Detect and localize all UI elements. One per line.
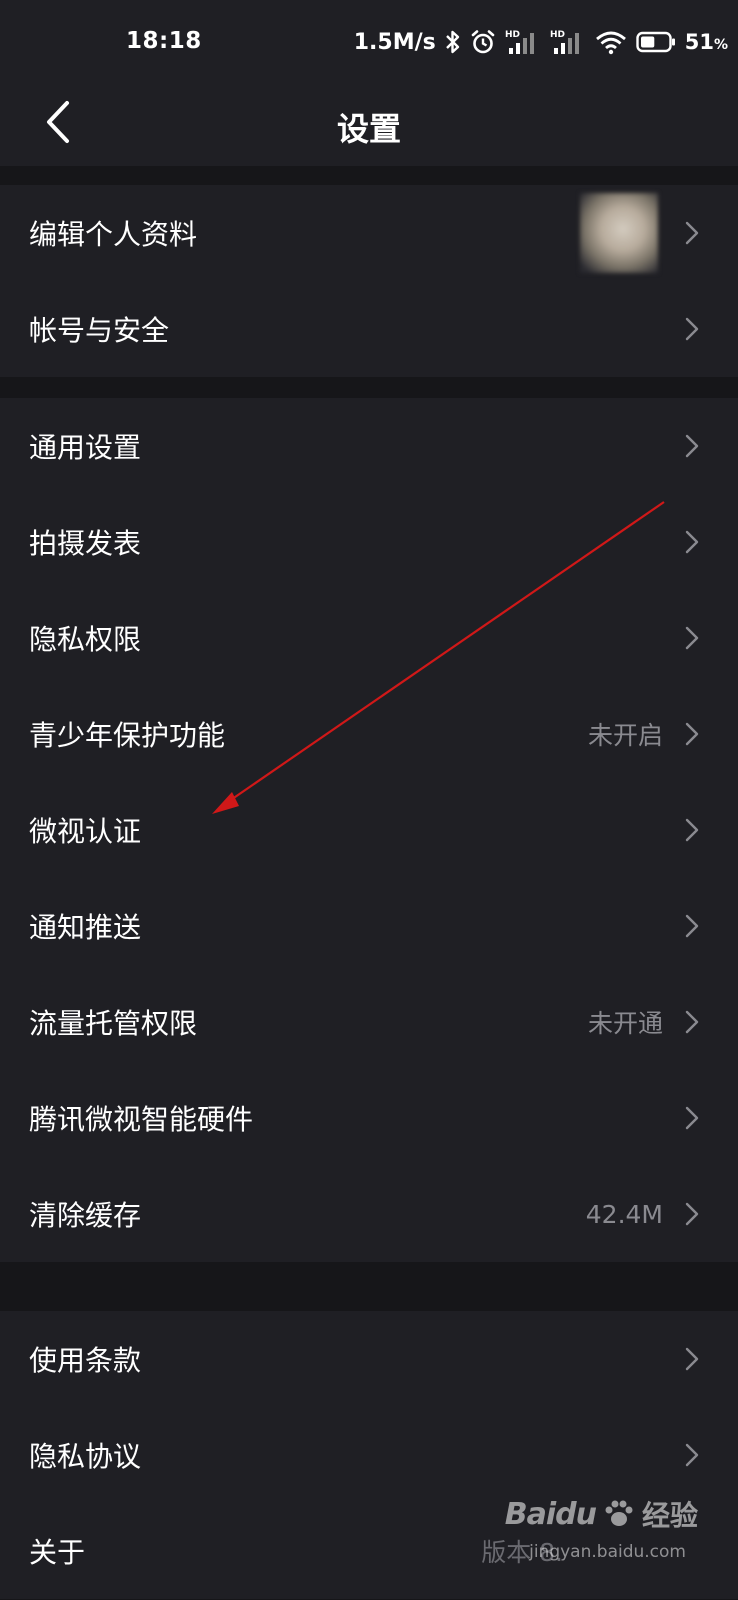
- setting-item-label: 流量托管权限: [29, 1007, 198, 1040]
- chevron-right-icon: [685, 1106, 699, 1130]
- setting-item-clear-cache[interactable]: 清除缓存 42.4M: [0, 1166, 738, 1262]
- setting-item-label: 青少年保护功能: [29, 719, 226, 752]
- setting-item-about[interactable]: 关于 版本 8.: [0, 1503, 738, 1599]
- setting-item-edit-profile[interactable]: 编辑个人资料: [0, 185, 738, 281]
- settings-group-legal: 使用条款 隐私协议 关于 版本 8.: [0, 1311, 738, 1599]
- setting-item-general-settings[interactable]: 通用设置: [0, 398, 738, 494]
- setting-item-label: 隐私权限: [29, 623, 142, 656]
- cache-size: 42.4M: [585, 1199, 663, 1229]
- chevron-right-icon: [685, 818, 699, 842]
- setting-item-label: 通知推送: [29, 911, 142, 944]
- setting-item-value: 未开启: [587, 721, 663, 750]
- chevron-right-icon: [685, 1010, 699, 1034]
- setting-item-label: 隐私协议: [29, 1440, 142, 1473]
- setting-item-label: 清除缓存: [29, 1199, 142, 1232]
- setting-item-account-security[interactable]: 帐号与安全: [0, 281, 738, 377]
- setting-item-label: 帐号与安全: [29, 314, 170, 347]
- status-icons: 1.5M/s HD HD 51%: [354, 26, 728, 58]
- chevron-right-icon: [685, 221, 699, 245]
- setting-item-weishi-verification[interactable]: 微视认证: [0, 782, 738, 878]
- setting-item-label: 编辑个人资料: [29, 218, 198, 251]
- chevron-right-icon: [685, 1347, 699, 1371]
- setting-item-shoot-publish[interactable]: 拍摄发表: [0, 494, 738, 590]
- chevron-right-icon: [685, 914, 699, 938]
- setting-item-value: 未开通: [587, 1009, 663, 1038]
- chevron-right-icon: [685, 626, 699, 650]
- chevron-right-icon: [685, 1202, 699, 1226]
- battery-percent: 51%: [684, 30, 728, 54]
- setting-item-terms-of-use[interactable]: 使用条款: [0, 1311, 738, 1407]
- chevron-right-icon: [685, 1443, 699, 1467]
- setting-item-data-hosting[interactable]: 流量托管权限 未开通: [0, 974, 738, 1070]
- setting-item-label: 腾讯微视智能硬件: [29, 1103, 254, 1136]
- chevron-right-icon: [685, 530, 699, 554]
- battery-icon: [636, 31, 676, 53]
- alarm-icon: [470, 29, 496, 55]
- setting-item-label: 微视认证: [29, 815, 142, 848]
- setting-item-label: 拍摄发表: [29, 527, 142, 560]
- settings-group-account: 编辑个人资料 帐号与安全: [0, 185, 738, 377]
- status-time: 18:18: [126, 28, 202, 54]
- navigation-bar: 设置: [0, 88, 738, 166]
- setting-item-privacy-policy[interactable]: 隐私协议: [0, 1407, 738, 1503]
- avatar: [580, 193, 658, 273]
- wifi-icon: [595, 29, 627, 55]
- chevron-right-icon: [685, 722, 699, 746]
- network-speed: 1.5M/s: [353, 29, 436, 55]
- chevron-right-icon: [685, 434, 699, 458]
- bluetooth-icon: [445, 29, 461, 55]
- svg-text:HD: HD: [505, 30, 520, 40]
- setting-item-teen-protection[interactable]: 青少年保护功能 未开启: [0, 686, 738, 782]
- settings-group-general: 通用设置 拍摄发表 隐私权限 青少年保护功能 未开启 微视认证 通知推送 流量托…: [0, 398, 738, 1262]
- setting-item-label: 关于: [29, 1536, 86, 1569]
- svg-text:HD: HD: [550, 30, 565, 40]
- status-bar: 18:18 1.5M/s HD HD 51%: [0, 0, 738, 88]
- setting-item-smart-hardware[interactable]: 腾讯微视智能硬件: [0, 1070, 738, 1166]
- version-text: 版本 8.: [481, 1538, 563, 1567]
- page-title: 设置: [336, 110, 401, 148]
- setting-item-label: 通用设置: [29, 431, 142, 464]
- signal-icon-sim1: HD: [505, 28, 541, 56]
- signal-icon-sim2: HD: [550, 28, 586, 56]
- setting-item-label: 使用条款: [29, 1344, 142, 1377]
- setting-item-notifications[interactable]: 通知推送: [0, 878, 738, 974]
- chevron-right-icon: [685, 317, 699, 341]
- setting-item-privacy-permissions[interactable]: 隐私权限: [0, 590, 738, 686]
